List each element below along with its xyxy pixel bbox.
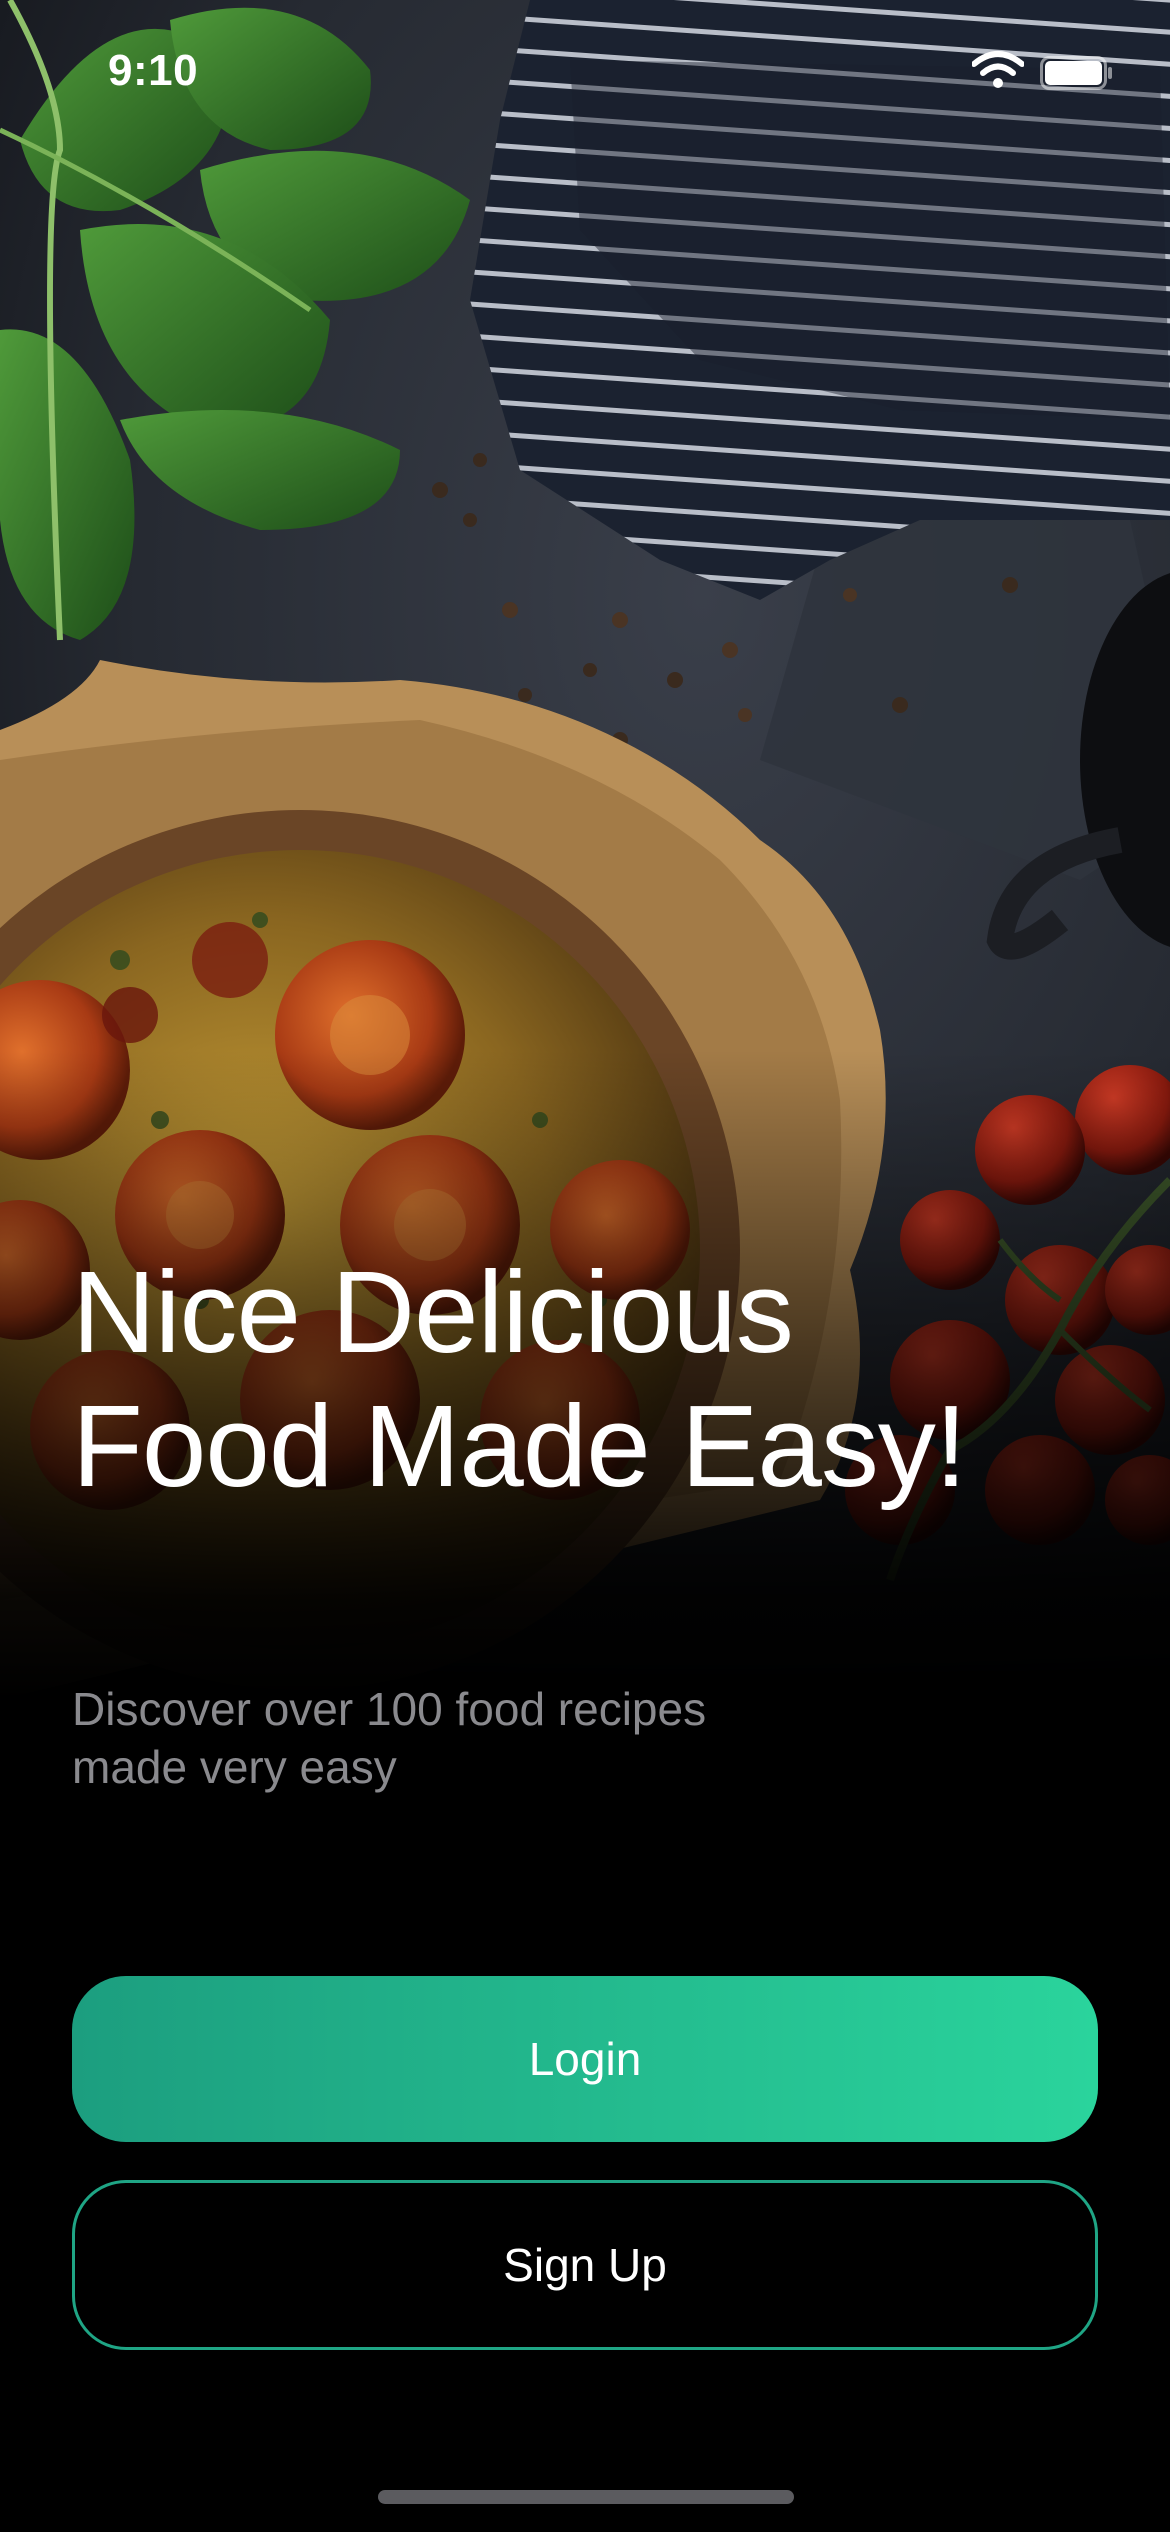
sign-up-button[interactable]: Sign Up (72, 2180, 1098, 2350)
home-indicator[interactable] (378, 2490, 794, 2504)
wifi-icon (972, 51, 1024, 88)
headline: Nice Delicious Food Made Easy! (72, 1247, 967, 1511)
status-bar: 9:10 (0, 0, 1170, 140)
login-button[interactable]: Login (72, 1976, 1098, 2142)
battery-icon (1040, 56, 1112, 90)
status-time: 9:10 (108, 46, 199, 95)
subtitle: Discover over 100 food recipes made very… (72, 1683, 707, 1793)
welcome-screen: 9:10 Nice Delicious Food Made Easy! Disc… (0, 0, 1170, 2532)
